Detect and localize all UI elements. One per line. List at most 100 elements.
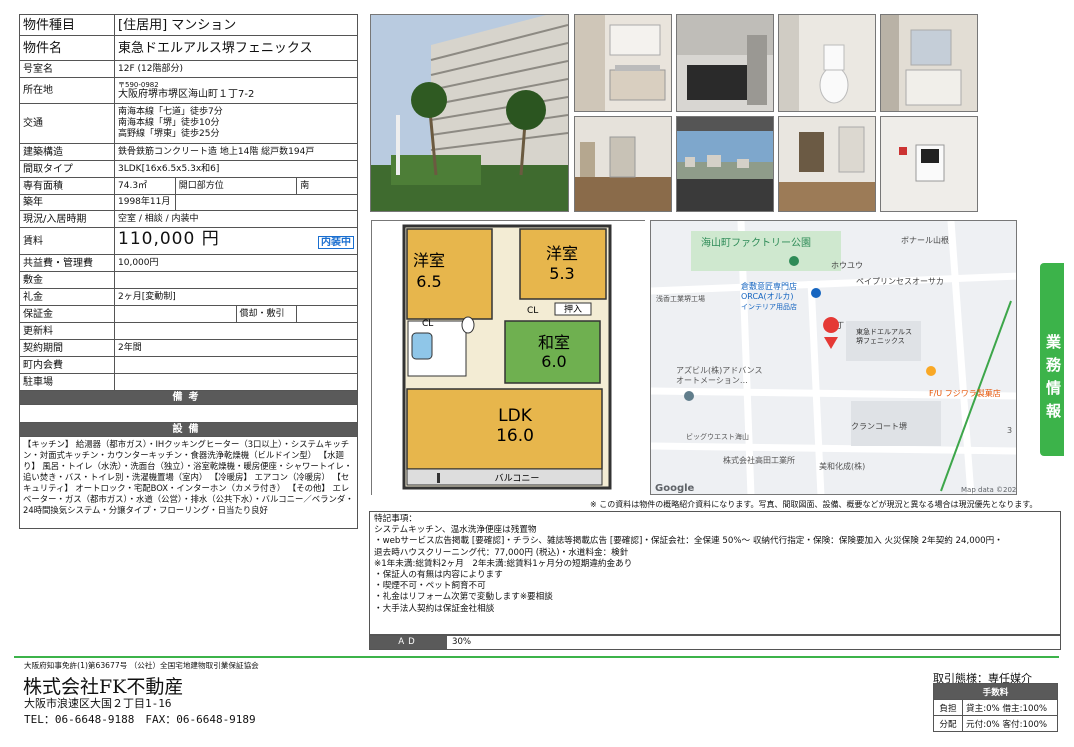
remarks-value — [19, 404, 358, 423]
traffic-value: 南海本線「七道」徒歩7分 南海本線「堺」徒歩10分 高野線「堺東」徒歩25分 — [114, 103, 358, 144]
amortization-label: 償却・敷引 — [235, 305, 298, 323]
rent-label: 賃料 — [19, 227, 115, 255]
map-label-asaka: 浅香工業堺工場 — [656, 294, 705, 303]
status-label: 現況/入居時期 — [19, 210, 115, 228]
equipment-header: 設備 — [19, 422, 358, 437]
remarks-line-4: ※1年未満:総賃料2ヶ月 2年未満:総賃料1ヶ月分の短期違約金あり — [374, 558, 633, 569]
direction-value: 南 — [296, 177, 358, 195]
guarantee-label: 保証金 — [19, 305, 115, 323]
business-info-tab[interactable]: 業務情報 — [1040, 263, 1064, 456]
oshiire-label: 押入 — [564, 303, 582, 315]
address-text: 大阪府堺市堺区海山町１丁7-2 — [118, 89, 255, 100]
name-value: 東急ドエルアルス堺フェニックス — [114, 35, 358, 61]
town-fee-value — [114, 356, 358, 374]
burden-value: 貸主:0% 借主:100% — [962, 699, 1058, 716]
room-value: 12F (12階部分) — [114, 60, 358, 78]
map-label-azubil-1: アズビル(株)アドバンス — [676, 365, 762, 375]
room2-label: 洋室 — [546, 244, 578, 263]
split-value: 元付:0% 客付:100% — [962, 715, 1058, 732]
guarantee-value — [114, 305, 237, 323]
map-label-pin-2: 堺フェニックス — [856, 336, 905, 345]
remarks-line-5: ・保証人の有無は内容によります — [374, 570, 503, 581]
shop-icon — [811, 288, 821, 298]
balcony-view-photo — [676, 116, 774, 212]
map-label-azubil-2: オートメーション… — [676, 376, 748, 385]
remarks-line-6: ・喫煙不可・ペット飼育不可 — [374, 581, 486, 592]
room1-label: 洋室 — [413, 251, 445, 270]
floor-plan-drawing: 洋室 6.5 洋室 5.3 和室 6.0 LDK 16.0 CL CL 押入 バ… — [372, 221, 646, 496]
company-address: 大阪市浪速区大国２丁目1-16 — [24, 697, 172, 710]
traffic-line-3: 高野線「堺東」徒歩25分 — [118, 129, 220, 139]
parking-label: 駐車場 — [19, 373, 115, 391]
town-fee-label: 町内会費 — [19, 356, 115, 374]
equipment-text: 【キッチン】 給湯器（都市ガス）・IHクッキングヒーター（3口以上）・システムキ… — [19, 436, 358, 529]
traffic-line-2: 南海本線「堺」徒歩10分 — [118, 118, 220, 128]
company-phone-fax: TEL：06-6648-9188 FAX：06-6648-9189 — [24, 713, 256, 726]
map-label-kurashiki: 倉敷意匠専門店 — [741, 281, 797, 291]
commission-header: 手数料 — [933, 683, 1058, 700]
remarks-line-1: システムキッチン、温水洗浄便座は残置物 — [374, 525, 537, 536]
address-value: 〒590-0982 大阪府堺市堺区海山町１丁7-2 — [114, 77, 358, 104]
area-label: 専有面積 — [19, 177, 115, 195]
renewal-label: 更新料 — [19, 322, 115, 340]
map-data-credit: Map data ©2023 — [961, 486, 1017, 494]
footer-divider — [14, 656, 1059, 658]
room3-size: 6.0 — [541, 352, 566, 371]
intercom-photo — [880, 116, 978, 212]
washroom-photo — [880, 14, 978, 112]
address-label: 所在地 — [19, 77, 115, 104]
layout-value: 3LDK[16x6.5x5.3x和6] — [114, 160, 358, 178]
room2-size: 5.3 — [549, 264, 574, 283]
disclaimer-note: ※ この資料は物件の概略紹介資料になります。写真、間取図面、設備、概要などが現況… — [590, 500, 1038, 509]
floor-plan: 洋室 6.5 洋室 5.3 和室 6.0 LDK 16.0 CL CL 押入 バ… — [371, 220, 646, 496]
property-spec-table: 物件種目 [住居用] マンション 物件名 東急ドエルアルス堺フェニックス 号室名… — [19, 14, 359, 529]
remarks-line-8: ・大手法人契約は保証金社相談 — [374, 603, 495, 614]
common-fee-value: 10,000円 — [114, 254, 358, 272]
key-money-label: 礼金 — [19, 288, 115, 306]
name-label: 物件名 — [19, 35, 115, 61]
built-value: 1998年11月 — [114, 194, 176, 211]
structure-label: 建築構造 — [19, 143, 115, 161]
deposit-value — [114, 271, 358, 289]
parking-value — [114, 373, 358, 391]
store-icon — [926, 366, 936, 376]
google-logo: Google — [655, 483, 695, 494]
room3-label: 和室 — [538, 333, 570, 352]
map-label-big: ビッグウエスト海山 — [686, 432, 749, 441]
map-label-mika: 美和化成(株) — [819, 461, 865, 471]
burden-label: 負担 — [933, 699, 963, 716]
address-zip: 〒590-0982 — [118, 81, 159, 89]
deposit-label: 敷金 — [19, 271, 115, 289]
contract-label: 契約期間 — [19, 339, 115, 357]
room-label: 号室名 — [19, 60, 115, 78]
map-label-num3: 3 — [1007, 426, 1012, 435]
special-remarks: 特記事項： システムキッチン、温水洗浄便座は残置物 ・webサービス広告掲載 [… — [369, 511, 1061, 635]
structure-value: 鉄骨鉄筋コンクリート造 地上14階 総戸数194戸 — [114, 143, 358, 161]
closet-label-2: CL — [527, 306, 538, 316]
type-label: 物件種目 — [19, 14, 115, 36]
map-label-orca: ORCA(オルカ) — [741, 292, 794, 301]
remarks-line-2: ・webサービス広告掲載 [要確認]・チラシ、雑誌等掲載広告 [要確認]・保証会… — [374, 536, 1003, 547]
map-label-bonarl: ボナール山根 — [901, 235, 949, 245]
rent-value: 110,000 円 — [118, 228, 220, 249]
map-drawing: 海山町ファクトリー公園 ボナール山根 ホウユウ ペイプリンセスオーサカ 倉敷意匠… — [651, 221, 1017, 494]
remarks-header: 備考 — [19, 390, 358, 405]
remarks-title: 特記事項： — [374, 514, 417, 524]
ad-label: AD — [370, 636, 447, 649]
direction-label: 開口部方位 — [174, 177, 298, 195]
factory-icon — [684, 391, 694, 401]
built-label: 築年 — [19, 194, 115, 211]
ad-row: AD 30% — [369, 635, 1061, 650]
building-exterior-photo — [370, 14, 569, 212]
balcony-label: バルコニー — [495, 473, 540, 484]
amortization-value — [296, 305, 358, 323]
location-map[interactable]: 海山町ファクトリー公園 ボナール山根 ホウユウ ペイプリンセスオーサカ 倉敷意匠… — [650, 220, 1017, 495]
commission-table: 手数料 負担 貸主:0% 借主:100% 分配 元付:0% 客付:100% — [933, 683, 1058, 732]
ldk-size: 16.0 — [496, 426, 534, 446]
map-label-houyou: ホウユウ — [831, 261, 863, 270]
map-label-pin-1: 東急ドエルアルス — [856, 327, 912, 336]
map-label-takada: 株式会社高田工業所 — [723, 455, 795, 465]
contract-value: 2年間 — [114, 339, 358, 357]
map-label-fujiwara: F/U フジワラ製菓店 — [929, 388, 1001, 398]
map-label-peip: ペイプリンセスオーサカ — [856, 277, 944, 286]
